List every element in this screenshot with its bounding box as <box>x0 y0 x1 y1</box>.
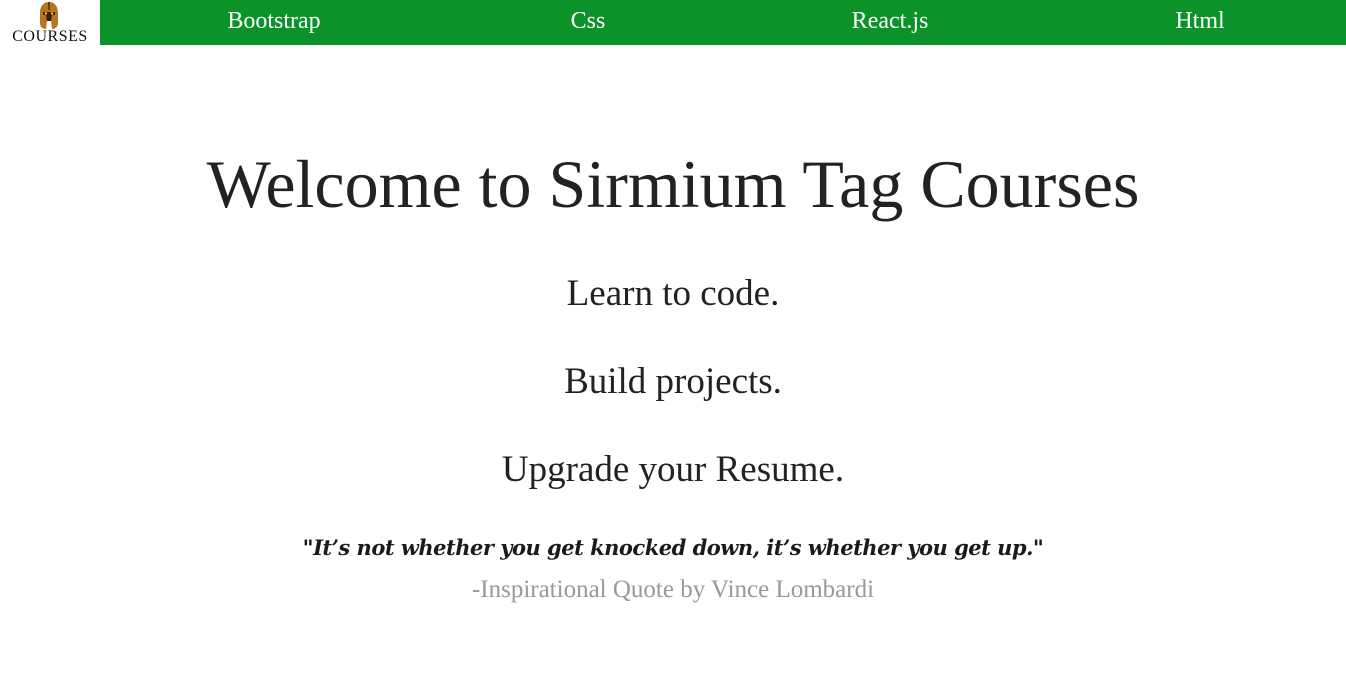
inspirational-quote: "It’s not whether you get knocked down, … <box>302 535 1044 560</box>
site-logo[interactable]: COURSES <box>0 0 100 45</box>
tagline-learn: Learn to code. <box>566 273 780 314</box>
tagline-build: Build projects. <box>564 361 782 402</box>
page-title: Welcome to Sirmium Tag Courses <box>206 146 1140 222</box>
nav-link-html[interactable]: Html <box>1175 0 1224 45</box>
top-navbar: Bootstrap Css React.js Html <box>100 0 1346 45</box>
logo-text: COURSES <box>12 28 88 45</box>
tagline-upgrade: Upgrade your Resume. <box>501 449 845 490</box>
quote-attribution: -Inspirational Quote by Vince Lombardi <box>471 576 875 603</box>
nav-link-reactjs[interactable]: React.js <box>852 0 929 45</box>
nav-link-bootstrap[interactable]: Bootstrap <box>227 0 320 45</box>
spartan-helmet-icon <box>38 1 60 31</box>
nav-link-css[interactable]: Css <box>571 0 606 45</box>
